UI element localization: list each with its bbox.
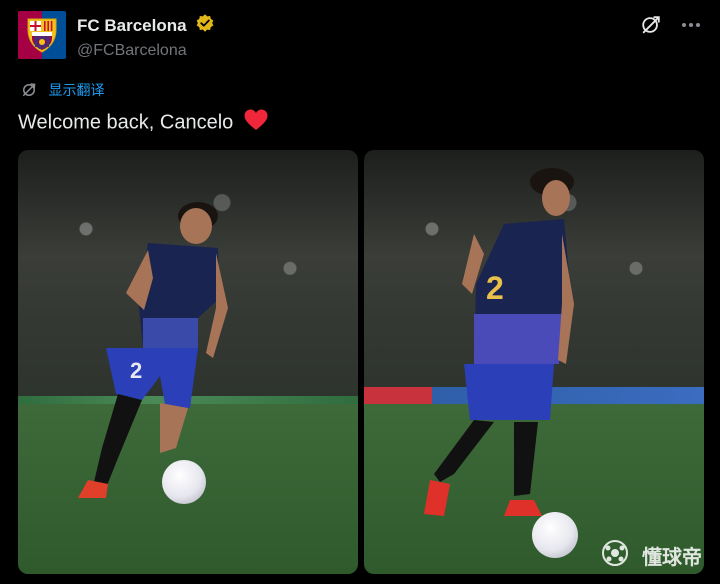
show-translation-label[interactable]: 显示翻译 [48, 80, 104, 100]
player-cancelo-figure: 2 [424, 168, 574, 516]
red-heart-icon [243, 108, 269, 138]
more-options-icon[interactable] [680, 16, 702, 34]
football-logo-icon [601, 539, 629, 572]
player-cancelo-figure: 2 [78, 202, 228, 498]
author-info: FC Barcelona @FCBarcelona [77, 13, 215, 60]
football [162, 460, 206, 504]
grok-icon[interactable] [640, 14, 662, 36]
tweet-photo-1[interactable]: 2 [18, 150, 358, 574]
avatar[interactable] [18, 11, 66, 59]
translate-icon [20, 81, 38, 99]
tweet-header: FC Barcelona @FCBarcelona [18, 10, 702, 62]
fcb-crest-icon [27, 18, 57, 53]
football [532, 512, 578, 558]
tweet-text: Welcome back, Cancelo [18, 108, 269, 138]
watermark: 懂球帝 [601, 539, 702, 572]
verified-badge-icon[interactable] [195, 13, 215, 38]
tweet-photo-2[interactable]: 2 [364, 150, 704, 574]
svg-text:2: 2 [130, 358, 142, 383]
svg-text:2: 2 [486, 270, 504, 306]
tweet-text-content: Welcome back, Cancelo [18, 111, 234, 134]
author-display-name[interactable]: FC Barcelona [77, 16, 187, 36]
watermark-text: 懂球帝 [642, 545, 702, 569]
show-translation[interactable]: 显示翻译 [20, 80, 104, 100]
author-handle[interactable]: @FCBarcelona [77, 42, 215, 60]
